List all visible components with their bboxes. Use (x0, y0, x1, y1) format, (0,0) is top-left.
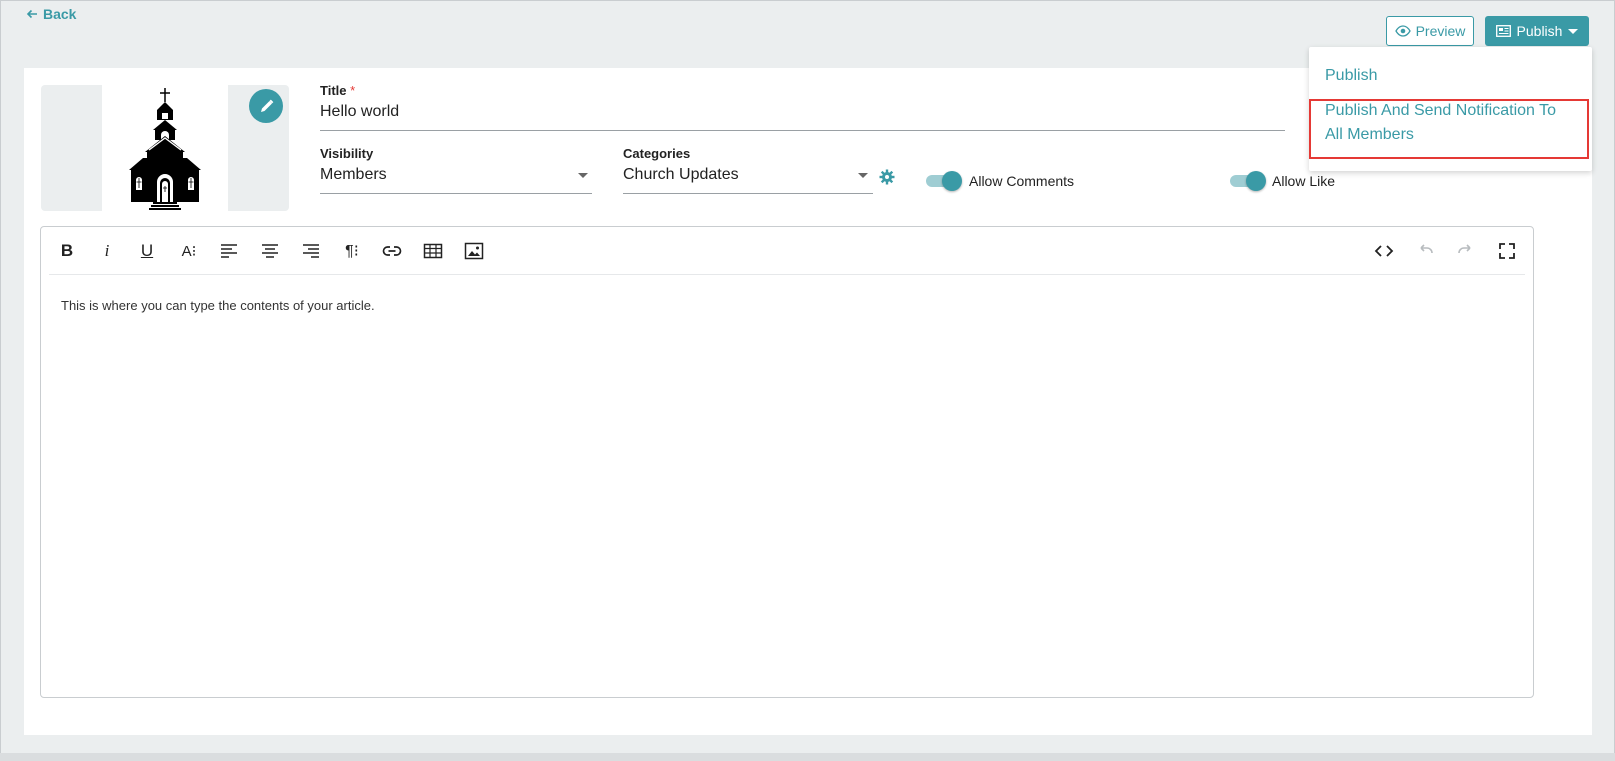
publish-label: Publish (1516, 23, 1563, 39)
gear-icon[interactable] (879, 169, 895, 185)
highlight-box (1309, 99, 1589, 159)
table-button[interactable] (421, 239, 445, 263)
title-input[interactable]: Hello world (320, 103, 399, 121)
visibility-caret-icon[interactable] (578, 173, 588, 178)
align-center-icon (262, 244, 278, 258)
undo-button[interactable] (1413, 239, 1437, 263)
categories-label: Categories (623, 146, 691, 161)
title-label: Title * (320, 83, 356, 98)
underline-button[interactable]: U (135, 239, 159, 263)
title-underline (320, 130, 1285, 131)
allow-like-label: Allow Like (1272, 173, 1336, 189)
visibility-underline (320, 193, 592, 194)
table-icon (423, 243, 443, 259)
align-left-button[interactable] (217, 239, 241, 263)
link-button[interactable] (380, 239, 404, 263)
fullscreen-button[interactable] (1495, 239, 1519, 263)
image-icon (464, 242, 484, 260)
categories-select[interactable]: Church Updates (623, 166, 739, 184)
align-right-icon (303, 244, 319, 258)
edit-image-button[interactable] (249, 89, 283, 123)
visibility-label: Visibility (320, 146, 374, 161)
bottom-bar (0, 753, 1615, 761)
bold-button[interactable]: B (55, 239, 79, 263)
code-icon (1374, 245, 1394, 257)
editor-toolbar: B i U A⁝ ¶⁝ (49, 227, 1525, 275)
toggle-thumb (1246, 171, 1266, 191)
allow-like-toggle[interactable] (1230, 170, 1266, 191)
toggle-thumb (942, 171, 962, 191)
font-size-button[interactable]: A⁝ (177, 239, 201, 263)
editor-content[interactable]: This is where you can type the contents … (61, 298, 375, 313)
church-icon (129, 88, 201, 210)
align-center-button[interactable] (258, 239, 282, 263)
redo-button[interactable] (1454, 239, 1478, 263)
allow-comments-toggle[interactable] (926, 170, 962, 191)
back-link[interactable]: Back (25, 6, 76, 22)
code-view-button[interactable] (1372, 239, 1396, 263)
featured-image (102, 85, 228, 211)
image-button[interactable] (462, 239, 486, 263)
align-left-icon (221, 244, 237, 258)
preview-label: Preview (1415, 23, 1466, 39)
eye-icon (1394, 25, 1411, 37)
publish-button[interactable]: Publish (1485, 16, 1589, 46)
redo-icon (1458, 244, 1471, 254)
arrow-left-icon (26, 9, 37, 19)
required-mark: * (350, 83, 356, 98)
preview-button[interactable]: Preview (1386, 16, 1474, 46)
menu-item-publish[interactable]: Publish (1325, 64, 1377, 88)
newspaper-icon (1495, 25, 1511, 37)
fullscreen-icon (1499, 243, 1515, 259)
visibility-select[interactable]: Members (320, 166, 387, 184)
link-icon (382, 246, 402, 256)
rich-text-editor: B i U A⁝ ¶⁝ This is where you can type t… (40, 226, 1534, 698)
pencil-icon (260, 99, 273, 112)
caret-down-icon (1568, 28, 1579, 34)
align-right-button[interactable] (299, 239, 323, 263)
undo-icon (1420, 244, 1433, 254)
back-label: Back (43, 6, 77, 22)
italic-button[interactable]: i (95, 239, 119, 263)
allow-comments-label: Allow Comments (969, 173, 1075, 189)
categories-caret-icon[interactable] (858, 173, 868, 178)
categories-underline (623, 193, 873, 194)
paragraph-button[interactable]: ¶⁝ (340, 239, 364, 263)
